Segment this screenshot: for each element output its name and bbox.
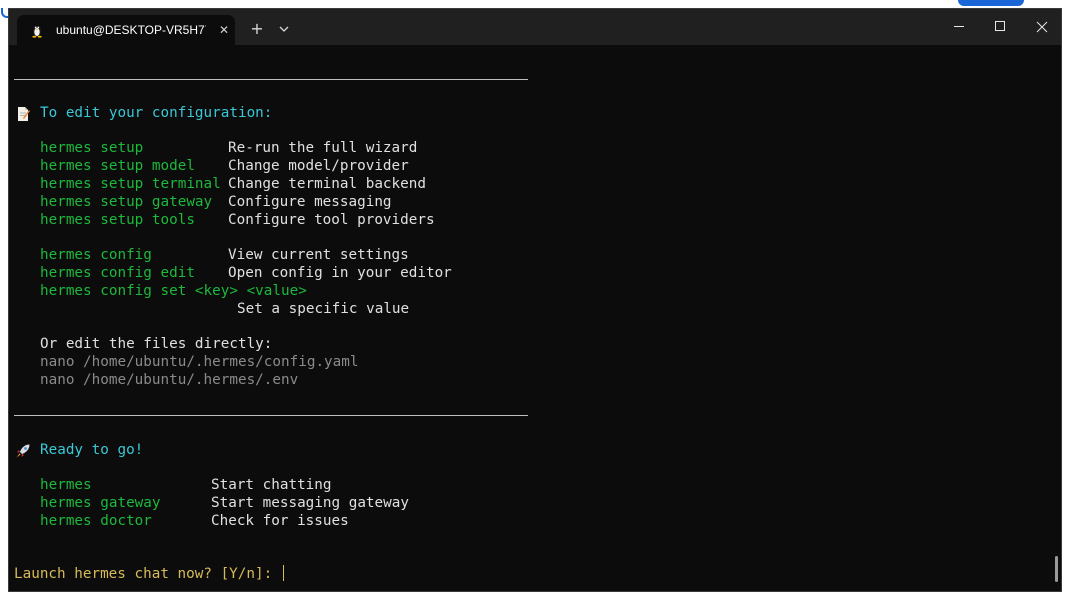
memo-icon bbox=[18, 107, 30, 121]
desktop-background-top bbox=[0, 0, 1080, 8]
section-divider bbox=[14, 415, 528, 416]
desktop-background-right bbox=[1062, 0, 1080, 592]
command-description: Change model/provider bbox=[228, 158, 409, 174]
ready-heading: Ready to go! bbox=[40, 442, 144, 458]
command-description: Re-run the full wizard bbox=[228, 140, 418, 156]
close-tab-icon[interactable]: ✕ bbox=[215, 21, 233, 39]
scrollbar[interactable] bbox=[1055, 556, 1058, 582]
command: hermes config edit bbox=[40, 265, 195, 281]
command: hermes setup gateway bbox=[40, 194, 213, 210]
file-path: nano /home/ubuntu/.hermes/.env bbox=[40, 372, 299, 388]
section-divider bbox=[14, 79, 528, 80]
rocket-icon bbox=[16, 444, 30, 458]
command-description: Change terminal backend bbox=[228, 176, 426, 192]
chevron-down-icon[interactable] bbox=[273, 17, 295, 41]
command-description: Check for issues bbox=[211, 513, 349, 529]
command-description: Start messaging gateway bbox=[211, 495, 409, 511]
desktop-background-left bbox=[0, 0, 8, 592]
minimize-button[interactable] bbox=[936, 9, 982, 45]
command-description: Configure messaging bbox=[228, 194, 392, 210]
command: hermes config bbox=[40, 247, 152, 263]
tab-title: ubuntu@DESKTOP-VR5H778: bbox=[56, 23, 206, 37]
command-description: Start chatting bbox=[211, 477, 332, 493]
command-description: View current settings bbox=[228, 247, 409, 263]
files-heading: Or edit the files directly: bbox=[40, 336, 273, 352]
command: hermes bbox=[40, 477, 92, 493]
close-window-button[interactable] bbox=[1019, 9, 1065, 45]
prompt-text: Launch hermes chat now? [Y/n]: bbox=[14, 566, 273, 582]
command-description: Open config in your editor bbox=[228, 265, 452, 281]
title-bar[interactable]: ubuntu@DESKTOP-VR5H778: ✕ + bbox=[9, 9, 1061, 45]
command: hermes setup model bbox=[40, 158, 195, 174]
terminal-window: ubuntu@DESKTOP-VR5H778: ✕ + To edit your… bbox=[8, 8, 1062, 592]
launch-prompt[interactable]: Launch hermes chat now? [Y/n]: bbox=[14, 565, 285, 583]
command: hermes config set <key> <value> bbox=[40, 283, 307, 299]
linux-penguin-icon bbox=[32, 25, 42, 38]
command: hermes gateway bbox=[40, 495, 161, 511]
new-tab-button[interactable]: + bbox=[245, 17, 269, 41]
command-description: Configure tool providers bbox=[228, 212, 435, 228]
background-app-button bbox=[958, 0, 1024, 6]
text-cursor bbox=[282, 565, 285, 581]
command: hermes setup terminal bbox=[40, 176, 221, 192]
command-description: Set a specific value bbox=[237, 301, 410, 317]
file-path: nano /home/ubuntu/.hermes/config.yaml bbox=[40, 354, 359, 370]
terminal-output[interactable]: To edit your configuration: hermes setup… bbox=[9, 45, 1058, 591]
config-heading: To edit your configuration: bbox=[40, 105, 273, 121]
command: hermes setup tools bbox=[40, 212, 195, 228]
command: hermes doctor bbox=[40, 513, 152, 529]
background-app-icon bbox=[1, 8, 8, 18]
command: hermes setup bbox=[40, 140, 144, 156]
terminal-tab[interactable]: ubuntu@DESKTOP-VR5H778: ✕ bbox=[17, 15, 235, 45]
maximize-button[interactable] bbox=[977, 9, 1023, 45]
